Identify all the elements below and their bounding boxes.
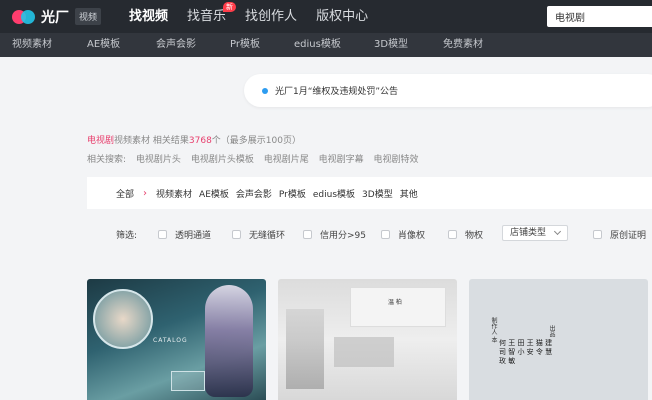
result-label: 视频素材 相关结果 (114, 136, 189, 146)
card-thumbnail-figure (286, 309, 324, 389)
card-thumbnail-text: 温 柏 (388, 299, 402, 306)
filter-seamless-loop[interactable]: 无缝循环 (232, 228, 285, 241)
result-suffix: 个（最多展示100页） (211, 136, 301, 146)
filter-option-label: 肖像权 (398, 231, 426, 241)
card-thumbnail-text: 出品 (548, 325, 555, 337)
nav-item-find-video[interactable]: 找视频 (129, 0, 168, 33)
filter-label: 筛选: (116, 231, 138, 241)
subnav-3d-models[interactable]: 3D模型 (374, 33, 408, 57)
related-item[interactable]: 电视剧片尾 (264, 155, 309, 165)
nav-item-label: 找音乐 (187, 9, 227, 24)
related-item[interactable]: 电视剧片头模板 (191, 155, 254, 165)
category-all[interactable]: 全部 (116, 187, 134, 200)
checkbox[interactable] (158, 230, 167, 239)
notice-dot-icon (262, 87, 268, 94)
filter-option-label: 原创证明 (610, 231, 647, 241)
category-item[interactable]: Pr模板 (279, 187, 306, 200)
checkbox[interactable] (448, 230, 457, 239)
filter-credit-score[interactable]: 信用分>95 (303, 228, 366, 241)
category-item[interactable]: 其他 (400, 187, 418, 200)
video-card[interactable]: CATALOG (87, 279, 266, 400)
new-badge: 新 (223, 2, 237, 12)
subnav-video-assets[interactable]: 视频素材 (12, 33, 52, 57)
related-label: 相关搜索: (87, 155, 127, 165)
video-card[interactable]: 温 柏 (278, 279, 457, 400)
card-thumbnail-text: CATALOG (153, 337, 188, 344)
card-thumbnail-frame (171, 371, 205, 391)
subnav-free-assets[interactable]: 免费素材 (443, 33, 483, 57)
main-nav: 找视频 找音乐 新 找创作人 版权中心 (129, 0, 387, 33)
subnav-edius-templates[interactable]: edius模板 (294, 33, 341, 57)
card-thumbnail-panel (350, 287, 446, 327)
filter-option-label: 无缝循环 (249, 231, 286, 241)
related-item[interactable]: 电视剧字幕 (319, 155, 364, 165)
chevron-right-icon: › (143, 187, 148, 199)
category-item[interactable]: 视频素材 (156, 187, 192, 200)
filter-option-label: 透明通道 (175, 231, 212, 241)
checkbox[interactable] (381, 230, 390, 239)
nav-item-copyright-center[interactable]: 版权中心 (316, 0, 368, 33)
card-thumbnail-figure (205, 285, 253, 397)
filter-option-label: 物权 (465, 231, 484, 241)
logo-icon (12, 9, 36, 24)
result-keyword: 电视剧 (87, 136, 115, 146)
logo[interactable]: 光厂 视频 (12, 7, 102, 27)
filter-original-proof[interactable]: 原创证明 (593, 228, 646, 241)
search-input[interactable] (547, 6, 652, 27)
category-item[interactable]: 3D模型 (362, 187, 393, 200)
result-count: 3768 (188, 136, 212, 146)
top-navbar: 光厂 视频 找视频 找音乐 新 找创作人 版权中心 (0, 0, 652, 33)
card-thumbnail-title: 何 王 田 王 猫 建 司 智 小 安 令 慧 玫 敏 (499, 339, 553, 365)
checkbox[interactable] (303, 230, 312, 239)
filter-transparent[interactable]: 透明通道 (158, 228, 211, 241)
dropdown-label: 店铺类型 (510, 228, 547, 238)
logo-tag: 视频 (75, 8, 102, 25)
subnav-ae-templates[interactable]: AE模板 (87, 33, 120, 57)
filter-portrait-rights[interactable]: 肖像权 (381, 228, 425, 241)
video-card[interactable]: 制作人 本 何 王 田 王 猫 建 司 智 小 安 令 慧 玫 敏 出品 (469, 279, 648, 400)
filter-property-rights[interactable]: 物权 (448, 228, 483, 241)
subnav-pr-templates[interactable]: Pr模板 (230, 33, 260, 57)
result-summary: 电视剧视频素材 相关结果3768个（最多展示100页） (87, 133, 301, 146)
category-item[interactable]: AE模板 (199, 187, 229, 200)
card-thumbnail-text: 制作人 本 (490, 317, 497, 343)
card-thumbnail-block (334, 337, 394, 367)
logo-text: 光厂 (41, 9, 69, 26)
related-item[interactable]: 电视剧特效 (373, 155, 418, 165)
category-item[interactable]: edius模板 (313, 187, 355, 200)
chevron-down-icon (553, 227, 562, 236)
filter-option-label: 信用分>95 (320, 231, 366, 241)
nav-item-find-music[interactable]: 找音乐 新 (187, 0, 237, 33)
category-bar: 全部 › 视频素材 AE模板 会声会影 Pr模板 edius模板 3D模型 其他 (87, 177, 652, 209)
subnav-huisheng[interactable]: 会声会影 (156, 33, 196, 57)
sub-navbar: 视频素材 AE模板 会声会影 Pr模板 edius模板 3D模型 免费素材 (0, 33, 652, 57)
related-searches: 相关搜索: 电视剧片头 电视剧片头模板 电视剧片尾 电视剧字幕 电视剧特效 (87, 152, 426, 165)
related-item[interactable]: 电视剧片头 (136, 155, 181, 165)
notice-bar[interactable]: 光厂1月“维权及违规处罚”公告 (244, 74, 652, 107)
category-item[interactable]: 会声会影 (236, 187, 272, 200)
shop-type-dropdown[interactable]: 店铺类型 (502, 225, 568, 241)
notice-text: 光厂1月“维权及违规处罚”公告 (275, 87, 399, 97)
checkbox[interactable] (593, 230, 602, 239)
nav-item-find-creator[interactable]: 找创作人 (245, 0, 297, 33)
card-thumbnail-art (93, 289, 153, 349)
checkbox[interactable] (232, 230, 241, 239)
